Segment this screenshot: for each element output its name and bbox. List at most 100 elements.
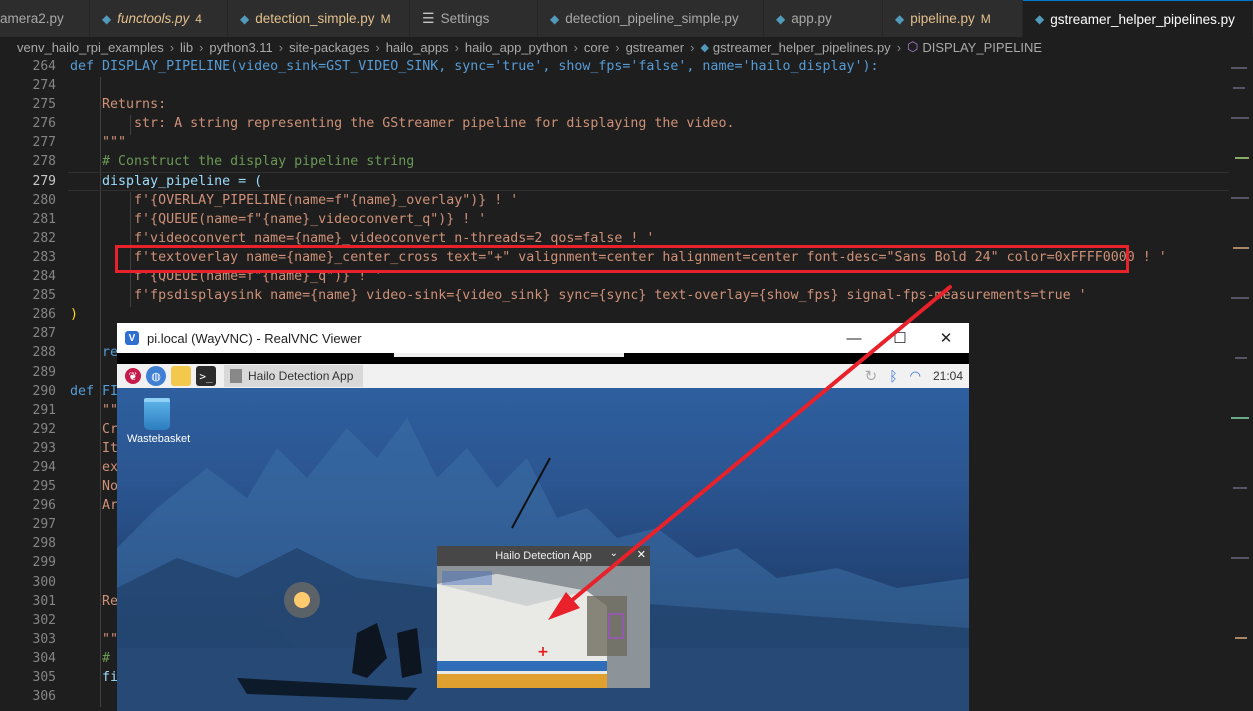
vnc-viewer-window[interactable]: V pi.local (WayVNC) - RealVNC Viewer — ☐… [117, 323, 969, 711]
minimap-line [1233, 87, 1245, 89]
vnc-title-bar[interactable]: V pi.local (WayVNC) - RealVNC Viewer — ☐… [117, 323, 969, 353]
code-text: Ar [102, 498, 119, 514]
blue-stripe [437, 661, 607, 671]
line-number: 306 [32, 689, 56, 705]
bluetooth-icon[interactable]: ᛒ [889, 368, 897, 384]
code-line: f'{QUEUE(name=f"{name}_videoconvert_q")}… [70, 210, 1229, 229]
line-number: 293 [32, 440, 56, 456]
terminal-icon[interactable]: >_ [196, 366, 216, 386]
close-button[interactable]: ✕ [923, 323, 969, 353]
top-blue-object [442, 571, 492, 585]
code-line: """ [70, 133, 1229, 152]
code-line: def DISPLAY_PIPELINE(video_sink=GST_VIDE… [70, 57, 1229, 76]
code-text: """ [102, 135, 127, 151]
tab-label: gstreamer_helper_pipelines.py [1050, 11, 1235, 27]
raspberry-menu-icon[interactable]: ❦ [125, 368, 141, 384]
line-number: 283 [32, 249, 56, 265]
tab-detection-pipeline-simple[interactable]: ◆ detection_pipeline_simple.py [538, 0, 764, 37]
code-line: str: A string representing the GStreamer… [70, 114, 1229, 133]
editor-tab-bar: amera2.py ◆ functools.py 4 ◆ detection_s… [0, 0, 1253, 37]
code-line: # Construct the display pipeline string [70, 152, 1229, 171]
clock[interactable]: 21:04 [933, 369, 963, 383]
python-icon: ◆ [550, 11, 560, 26]
line-number: 291 [32, 402, 56, 418]
code-line: Returns: [70, 95, 1229, 114]
tab-camera2[interactable]: amera2.py [0, 0, 90, 37]
problems-badge: 4 [195, 11, 202, 26]
tab-detection-simple[interactable]: ◆ detection_simple.py M [228, 0, 410, 37]
web-browser-icon[interactable]: ◍ [146, 366, 166, 386]
breadcrumb-item[interactable]: lib [180, 40, 193, 55]
minimize-button[interactable]: — [831, 323, 877, 353]
line-number: 303 [32, 631, 56, 647]
tab-label: functools.py [117, 11, 190, 26]
minimap-line [1233, 247, 1249, 249]
code-text: # [102, 650, 119, 666]
hailo-detection-app-window[interactable]: Hailo Detection App ⌄ ✕ + [437, 546, 650, 688]
minimap-line [1231, 417, 1249, 419]
code-text: def DISPLAY_PIPELINE(video_sink=GST_VIDE… [70, 59, 879, 74]
code-text: f'fpsdisplaysink name={name} video-sink=… [134, 288, 1087, 304]
maximize-button[interactable]: ☐ [877, 323, 923, 353]
modified-badge: M [980, 11, 991, 26]
file-manager-icon[interactable] [171, 366, 191, 386]
code-text: re [102, 345, 119, 361]
tab-label: pipeline.py [910, 11, 975, 26]
minimap-line [1231, 557, 1249, 559]
minimap-line [1233, 487, 1247, 489]
code-line: f'{OVERLAY_PIPELINE(name=f"{name}_overla… [70, 191, 1229, 210]
line-number: 290 [32, 383, 56, 399]
minimap-line [1235, 637, 1247, 639]
tab-pipeline[interactable]: ◆ pipeline.py M [883, 0, 1023, 37]
python-icon: ◆ [240, 11, 250, 26]
tab-functools[interactable]: ◆ functools.py 4 [90, 0, 228, 37]
orange-stripe [437, 674, 607, 688]
chevron-right-icon: › [169, 39, 175, 55]
code-text: str: A string representing the GStreamer… [134, 116, 735, 132]
code-text: def FI [70, 383, 119, 399]
vnc-toolbar-strip [117, 353, 969, 364]
code-text: # Construct the display pipeline string [102, 154, 415, 170]
update-icon[interactable]: ↻ [865, 367, 878, 385]
taskbar-app-button[interactable]: Hailo Detection App [224, 365, 364, 387]
modified-badge: M [380, 11, 391, 26]
breadcrumb-symbol[interactable]: DISPLAY_PIPELINE [922, 40, 1042, 55]
rpi-desktop[interactable]: Wastebasket Hailo Detection App ⌄ ✕ + [117, 388, 969, 711]
vnc-toolbar-handle[interactable] [394, 353, 624, 357]
breadcrumb-item[interactable]: gstreamer [626, 40, 685, 55]
code-line-current: display_pipeline = ( [68, 171, 1229, 191]
tab-app[interactable]: ◆ app.py [764, 0, 883, 37]
rpi-taskbar: ❦ ◍ >_ Hailo Detection App ↻ ᛒ ◠ 21:04 [117, 364, 969, 388]
breadcrumb-item[interactable]: site-packages [289, 40, 369, 55]
chevron-down-icon[interactable]: ⌄ [610, 548, 618, 559]
breadcrumb-item[interactable]: hailo_apps [386, 40, 449, 55]
breadcrumb-file[interactable]: gstreamer_helper_pipelines.py [713, 40, 891, 55]
line-number: 302 [32, 612, 56, 628]
line-number: 285 [32, 288, 56, 304]
minimap-line [1235, 357, 1247, 359]
wifi-icon[interactable]: ◠ [910, 368, 921, 384]
breadcrumb-item[interactable]: hailo_app_python [465, 40, 568, 55]
minimap[interactable] [1229, 57, 1253, 711]
tab-settings[interactable]: ☰ Settings [410, 0, 538, 37]
breadcrumb-item[interactable]: python3.11 [209, 40, 272, 55]
tab-label: detection_pipeline_simple.py [565, 11, 739, 26]
taskbar-app-label: Hailo Detection App [248, 369, 354, 383]
code-line: ) [70, 305, 1229, 324]
breadcrumb-item[interactable]: core [584, 40, 609, 55]
tab-gstreamer-helper-pipelines[interactable]: ◆ gstreamer_helper_pipelines.py [1023, 0, 1253, 37]
code-text: f'{OVERLAY_PIPELINE(name=f"{name}_overla… [134, 192, 519, 208]
code-text: It [102, 440, 119, 456]
line-number: 282 [32, 230, 56, 246]
line-number: 279 [32, 173, 56, 189]
lantern-glow [284, 582, 320, 618]
chevron-right-icon: › [199, 39, 204, 55]
line-number: 288 [32, 345, 56, 361]
wastebasket-desktop-icon[interactable]: Wastebasket [127, 398, 190, 445]
app-title-bar[interactable]: Hailo Detection App ⌄ ✕ [437, 546, 650, 566]
breadcrumb-item[interactable]: venv_hailo_rpi_examples [17, 40, 164, 55]
line-number: 289 [32, 364, 56, 380]
app-close-button[interactable]: ✕ [637, 548, 646, 561]
chevron-right-icon: › [896, 39, 902, 55]
